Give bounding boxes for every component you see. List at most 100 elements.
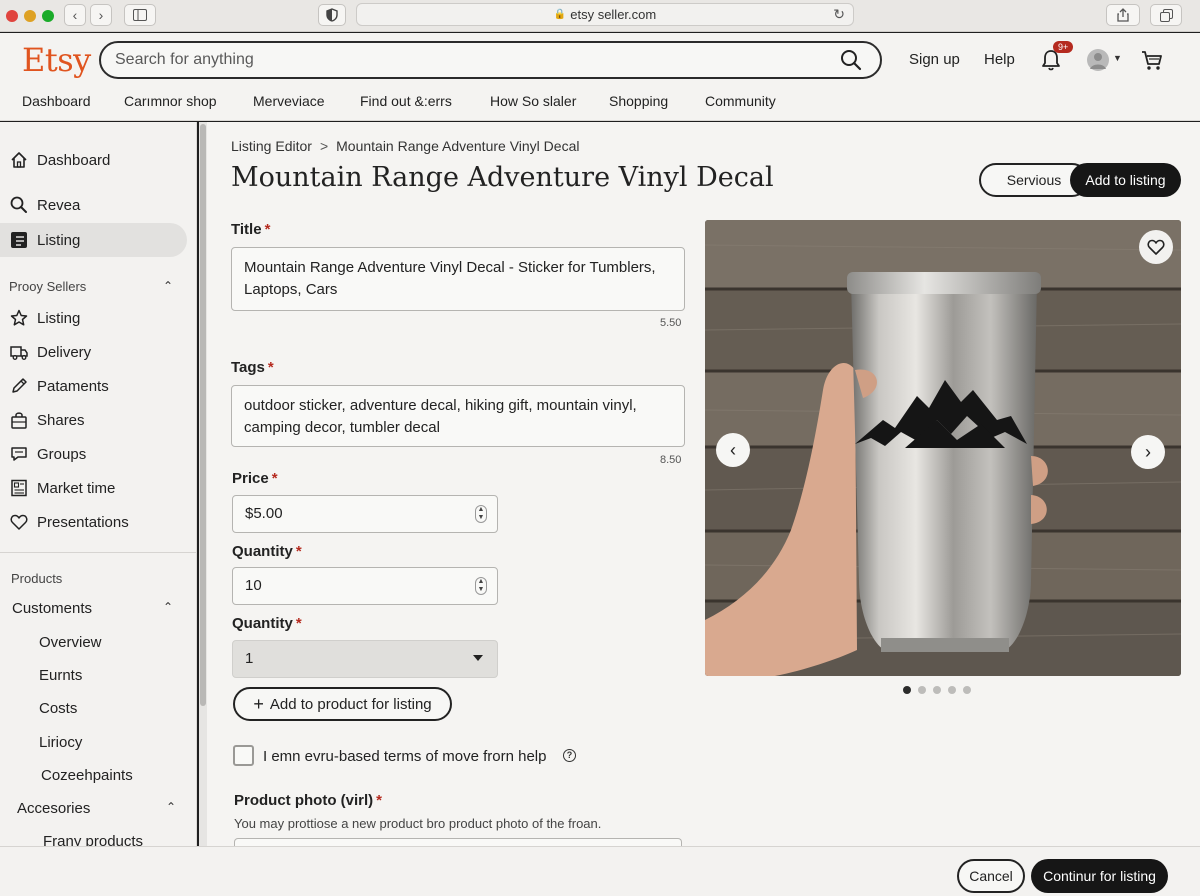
- carousel-dots: [903, 686, 971, 694]
- price-field[interactable]: $5.00 ▲ ▼: [232, 495, 498, 533]
- sidebar-subitem[interactable]: Cozeehpaints: [41, 767, 133, 784]
- add-to-listing-button[interactable]: Add to listing: [1070, 163, 1181, 197]
- scrollbar-thumb[interactable]: [200, 124, 206, 706]
- cancel-button[interactable]: Cancel: [957, 859, 1025, 893]
- close-window-button[interactable]: [6, 10, 18, 22]
- window-controls: [6, 10, 54, 22]
- chevron-up-icon[interactable]: ⌃: [166, 800, 176, 814]
- maximize-window-button[interactable]: [42, 10, 54, 22]
- nav-item[interactable]: Carımnor shop: [124, 93, 217, 109]
- sidebar-subitem[interactable]: Liriocy: [39, 734, 82, 751]
- sidebar-item-dashboard[interactable]: Dashboard: [0, 143, 187, 177]
- back-icon[interactable]: ‹: [64, 4, 86, 26]
- chevron-up-icon[interactable]: ⌃: [163, 279, 173, 293]
- photo-label: Product photo (virl) *: [234, 792, 382, 809]
- quantity-label: Quantity *: [232, 543, 302, 560]
- stepper-icon[interactable]: ▲ ▼: [475, 505, 487, 523]
- search-icon[interactable]: [840, 49, 862, 76]
- bag-icon: [9, 411, 29, 429]
- home-icon: [9, 151, 29, 169]
- sidebar-item-label: Delivery: [37, 343, 92, 361]
- sidebar-section-title[interactable]: Prooy Sellers: [9, 279, 86, 294]
- sidebar-item-groups[interactable]: Groups: [0, 437, 187, 471]
- required-mark: *: [295, 615, 302, 632]
- lock-icon: 🔒: [553, 9, 567, 20]
- sidebar-item-label: Dashboard: [37, 151, 111, 169]
- sidebar-subitem[interactable]: Eurnts: [39, 667, 82, 684]
- sidebar-item-pataments[interactable]: Pataments: [0, 369, 187, 403]
- shield-icon[interactable]: [318, 4, 346, 26]
- product-image[interactable]: [705, 220, 1181, 676]
- nav-item[interactable]: How So slaler: [490, 93, 576, 109]
- reload-icon[interactable]: ↻: [833, 6, 845, 23]
- add-product-button[interactable]: + Add to product for listing: [233, 687, 452, 721]
- carousel-dot[interactable]: [948, 686, 956, 694]
- share-icon[interactable]: [1106, 4, 1140, 26]
- continue-button[interactable]: Continur for listing: [1031, 859, 1168, 893]
- cart-icon[interactable]: [1140, 48, 1164, 77]
- address-bar[interactable]: 🔒 etsy seller.com ↻: [356, 3, 854, 26]
- nav-item[interactable]: Merveviace: [253, 93, 325, 109]
- help-link[interactable]: Help: [984, 51, 1015, 68]
- terms-checkbox[interactable]: [233, 745, 254, 766]
- notification-badge: 9+: [1053, 41, 1074, 53]
- required-mark: *: [271, 470, 278, 487]
- chevron-down-icon: [473, 655, 483, 661]
- tabs-icon[interactable]: [1150, 4, 1182, 26]
- quantity-select[interactable]: 1: [232, 640, 498, 678]
- carousel-dot[interactable]: [933, 686, 941, 694]
- help-icon[interactable]: ?: [563, 749, 576, 762]
- chevron-up-icon[interactable]: ⌃: [163, 600, 173, 614]
- chevron-down-icon[interactable]: ▼: [1113, 53, 1122, 63]
- sidebar-section-customers[interactable]: Customents: [12, 600, 92, 617]
- chevron-right-icon[interactable]: ›: [1131, 435, 1165, 469]
- avatar[interactable]: [1087, 49, 1109, 71]
- nav-item[interactable]: Dashboard: [22, 93, 91, 109]
- sidebar-section-products[interactable]: Products: [11, 571, 62, 586]
- search-bar[interactable]: [99, 41, 882, 79]
- favorite-heart-icon[interactable]: [1139, 230, 1173, 264]
- carousel-dot[interactable]: [963, 686, 971, 694]
- nav-item[interactable]: Shopping: [609, 93, 668, 109]
- breadcrumb-separator: >: [319, 138, 329, 154]
- browser-chrome: ‹ › 🔒 etsy seller.com ↻: [0, 0, 1200, 32]
- sidebar-scrollbar[interactable]: [199, 122, 207, 846]
- tags-label-text: Tags: [231, 359, 265, 376]
- minimize-window-button[interactable]: [24, 10, 36, 22]
- sidebar-item-market-time[interactable]: Market time: [0, 471, 187, 505]
- sign-up-link[interactable]: Sign up: [909, 51, 960, 68]
- document-icon: [9, 479, 29, 497]
- sidebar-item-listing-2[interactable]: Listing: [0, 301, 187, 335]
- tags-field[interactable]: outdoor sticker, adventure decal, hiking…: [231, 385, 685, 447]
- add-product-label: Add to product for listing: [269, 695, 432, 713]
- sidebar-section-accessories[interactable]: Accesories: [17, 800, 90, 817]
- sidebar: Dashboard Revea Listing Prooy Sellers ⌃ …: [0, 122, 197, 846]
- sidebar-subitem[interactable]: Frany products: [43, 833, 143, 846]
- quantity-field[interactable]: 10 ▲ ▼: [232, 567, 498, 605]
- sidebar-item-revea[interactable]: Revea: [0, 188, 187, 222]
- chevron-left-icon[interactable]: ‹: [716, 433, 750, 467]
- breadcrumb-parent[interactable]: Listing Editor: [231, 138, 312, 154]
- sidebar-toggle-icon[interactable]: [124, 4, 156, 26]
- sidebar-item-delivery[interactable]: Delivery: [0, 335, 187, 369]
- carousel-dot[interactable]: [918, 686, 926, 694]
- terms-label: I emn evru-based terms of move frorn hel…: [263, 748, 547, 765]
- sidebar-subitem[interactable]: Costs: [39, 700, 77, 717]
- sidebar-subitem[interactable]: Overview: [39, 634, 102, 651]
- forward-icon[interactable]: ›: [90, 4, 112, 26]
- etsy-logo[interactable]: Etsy: [22, 41, 91, 79]
- nav-item[interactable]: Find out &:errs: [360, 93, 452, 109]
- listing-icon: [9, 231, 29, 249]
- sidebar-item-shares[interactable]: Shares: [0, 403, 187, 437]
- sidebar-item-presentations[interactable]: Presentations: [0, 505, 187, 539]
- title-field[interactable]: Mountain Range Adventure Vinyl Decal - S…: [231, 247, 685, 311]
- title-label-text: Title: [231, 221, 262, 238]
- sidebar-item-listing[interactable]: Listing: [0, 223, 187, 257]
- stepper-icon[interactable]: ▲ ▼: [475, 577, 487, 595]
- carousel-dot[interactable]: [903, 686, 911, 694]
- required-mark: *: [264, 221, 271, 238]
- search-input[interactable]: [115, 49, 815, 71]
- title-char-count: 5.50: [660, 317, 682, 329]
- nav-item[interactable]: Community: [705, 93, 776, 109]
- breadcrumb: Listing Editor > Mountain Range Adventure …: [231, 138, 579, 154]
